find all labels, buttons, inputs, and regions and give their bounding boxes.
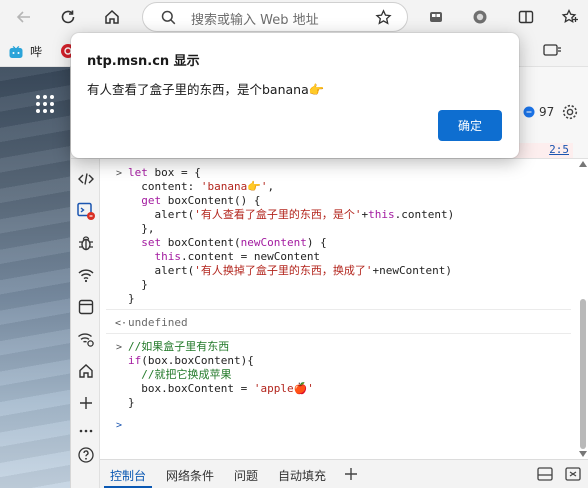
refresh-button[interactable] [54,4,82,30]
devtools-activity-bar [71,159,100,488]
help-button[interactable] [71,443,100,467]
code-line: }, [128,222,155,235]
elements-tool-button[interactable] [71,167,100,191]
console-separator [106,309,571,310]
home-button[interactable] [98,4,126,30]
tab-issues[interactable]: 问题 [234,467,258,484]
console-scrollbar[interactable] [577,159,588,459]
code-line: //如果盒子里有东西 [128,340,230,353]
home-icon [105,9,119,24]
favorites-folder-icon [543,44,561,56]
sources-tool-button[interactable] [71,231,100,255]
code-line: content: 'banana👉', [128,180,275,193]
tab-console[interactable]: 控制台 [110,467,146,484]
bookmark-label: 哔 [30,45,43,59]
code-line: } [128,292,135,305]
favorites-button[interactable] [556,4,584,30]
network-conditions-tool-button[interactable] [71,327,100,351]
dialog-title: ntp.msn.cn 显示 [87,54,200,69]
code-line: alert('有人换掉了盒子里的东西，换成了'+newContent) [128,264,452,277]
dock-drawer-icon[interactable] [536,466,554,482]
result-arrow-icon: <· [115,318,128,329]
dialog-message: 有人查看了盒子里的东西，是个banana👉 [87,82,325,97]
extension-button[interactable] [466,4,494,30]
code-line: //就把它换成苹果 [128,368,232,381]
code-line: } [128,278,148,291]
welcome-tool-button[interactable] [71,359,100,383]
wifi-icon [77,269,94,283]
source-link[interactable]: 2:5 [549,143,569,156]
bookmark-more[interactable] [542,41,562,63]
more-tools-button[interactable] [71,391,100,415]
code-line: box.boxContent = 'apple🍎' [128,382,314,395]
bug-icon [78,236,93,251]
collections-button[interactable] [422,4,450,30]
activity-overflow-button[interactable] [71,419,100,443]
scroll-thumb[interactable] [580,299,586,449]
split-screen-icon [518,10,534,24]
question-circle-icon [77,447,94,463]
message-icon [523,106,535,118]
split-screen-button[interactable] [512,4,540,30]
scroll-down-icon[interactable] [579,451,587,457]
console-output[interactable]: > let box = { content: 'banana👉', get bo… [100,159,577,459]
collections-icon [430,12,442,22]
favorites-star-icon [561,8,578,23]
address-placeholder: 搜索或输入 Web 地址 [191,13,319,28]
tab-autofill[interactable]: 自动填充 [278,467,326,484]
apps-grid-icon[interactable] [35,94,55,114]
bilibili-icon [9,45,23,58]
issues-count: 97 [539,105,555,119]
alert-dialog: ntp.msn.cn 显示 有人查看了盒子里的东西，是个banana👉 确定 [71,33,519,158]
window-icon [78,299,93,315]
browser-toolbar: 搜索或输入 Web 地址 [0,0,588,35]
settings-gear-icon[interactable] [561,103,579,121]
arrow-left-icon [16,11,30,23]
console-tool-button[interactable] [71,199,100,223]
back-button[interactable] [10,4,38,30]
address-bar[interactable]: 搜索或输入 Web 地址 [142,2,408,32]
favorite-star-icon[interactable] [375,9,392,26]
code-line: this.content = newContent [128,250,321,263]
new-tab-page-background [0,67,70,488]
code-line: if(box.boxContent){ [128,354,254,367]
add-tab-plus-icon[interactable] [344,467,358,481]
record-circle-icon [473,10,487,24]
plus-icon [79,397,92,409]
console-icon [76,202,95,220]
home-icon [78,364,93,378]
expand-arrow-icon[interactable]: > [116,167,122,181]
wifi-settings-icon [77,333,94,347]
close-drawer-icon[interactable] [564,466,582,482]
issues-badge[interactable]: 97 [523,105,554,119]
bookmark-bilibili[interactable]: 哔 [8,43,42,60]
scroll-up-icon[interactable] [579,161,587,167]
console-prompt-icon[interactable]: > [116,419,122,433]
ok-button[interactable]: 确定 [438,110,502,141]
console-separator [106,333,571,334]
code-line: set boxContent(newContent) { [128,236,327,249]
more-horizontal-icon [79,429,92,433]
code-line: alert('有人查看了盒子里的东西，是个'+this.content) [128,208,455,221]
expand-arrow-icon[interactable]: > [116,341,122,355]
tab-network-conditions[interactable]: 网络条件 [166,467,214,484]
search-icon [161,10,176,25]
code-line: get boxContent() { [128,194,261,207]
result-value: undefined [128,316,188,329]
code-line: } [128,396,135,409]
code-line: let box = { [128,166,201,179]
application-tool-button[interactable] [71,295,100,319]
network-tool-button[interactable] [71,263,100,287]
code-brackets-icon [77,173,94,185]
refresh-icon [61,10,75,24]
drawer-tab-bar: 控制台 网络条件 问题 自动填充 [100,459,588,488]
